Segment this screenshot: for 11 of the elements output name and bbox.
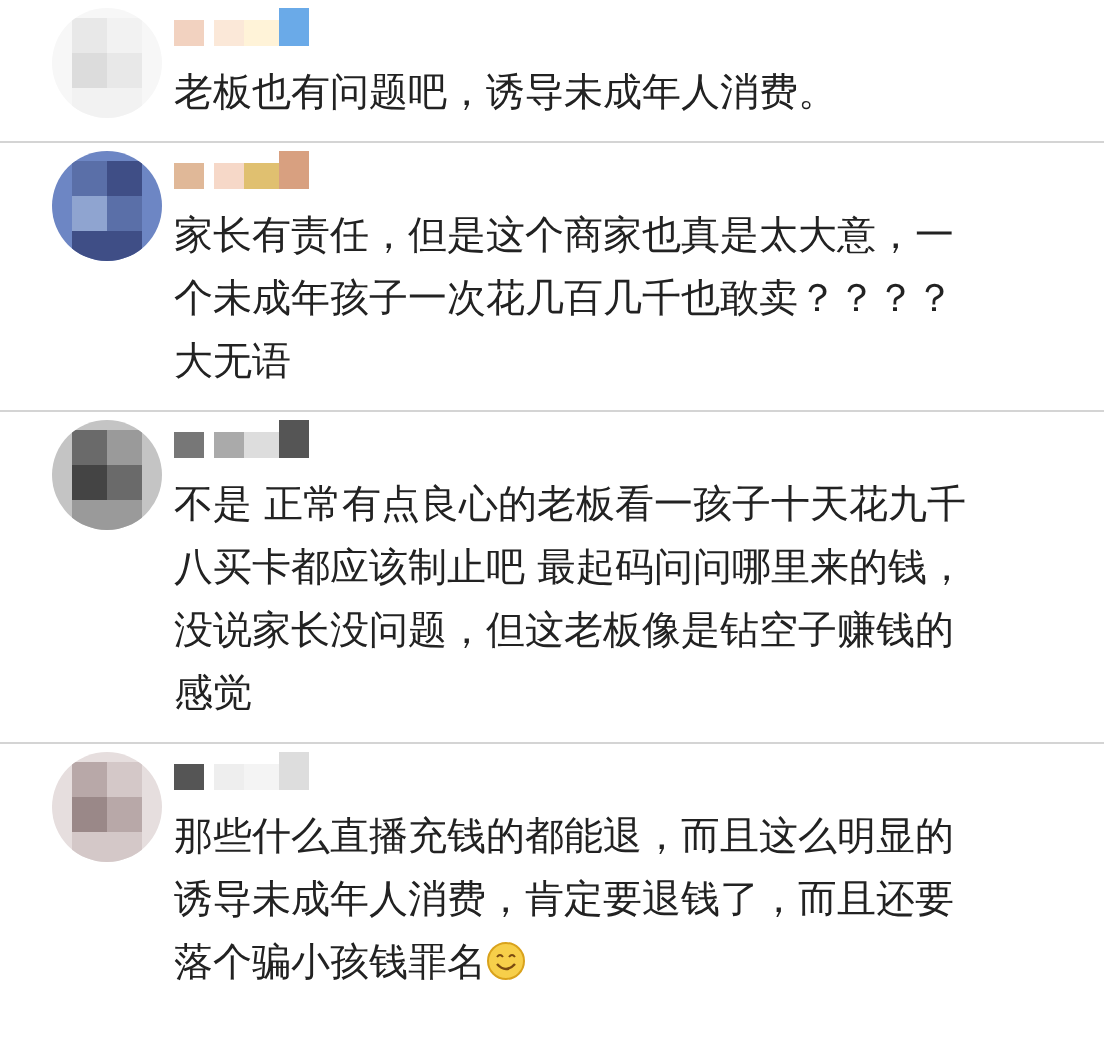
comment-line: 那些什么直播充钱的都能退，而且这么明显的 (174, 813, 954, 858)
comment-line: 八买卡都应该制止吧 最起码问问哪里来的钱， (174, 544, 967, 589)
comment-line: 老板也有问题吧，诱导未成年人消费。 (174, 69, 837, 114)
comment-line: 个未成年孩子一次花几百几千也敢卖？？？？ (174, 275, 954, 320)
comment-line: 感觉 (174, 670, 252, 715)
comment-line: 大无语 (174, 338, 291, 383)
comment-line: 落个骗小孩钱罪名 (174, 939, 486, 984)
comment-line: 诱导未成年人消费，肯定要退钱了，而且还要 (174, 876, 954, 921)
comment-line: 没说家长没问题，但这老板像是钻空子赚钱的 (174, 607, 954, 652)
comment-line: 家长有责任，但是这个商家也真是太大意，一 (174, 212, 954, 257)
comment-line: 不是 正常有点良心的老板看一孩子十天花九千 (174, 481, 967, 526)
